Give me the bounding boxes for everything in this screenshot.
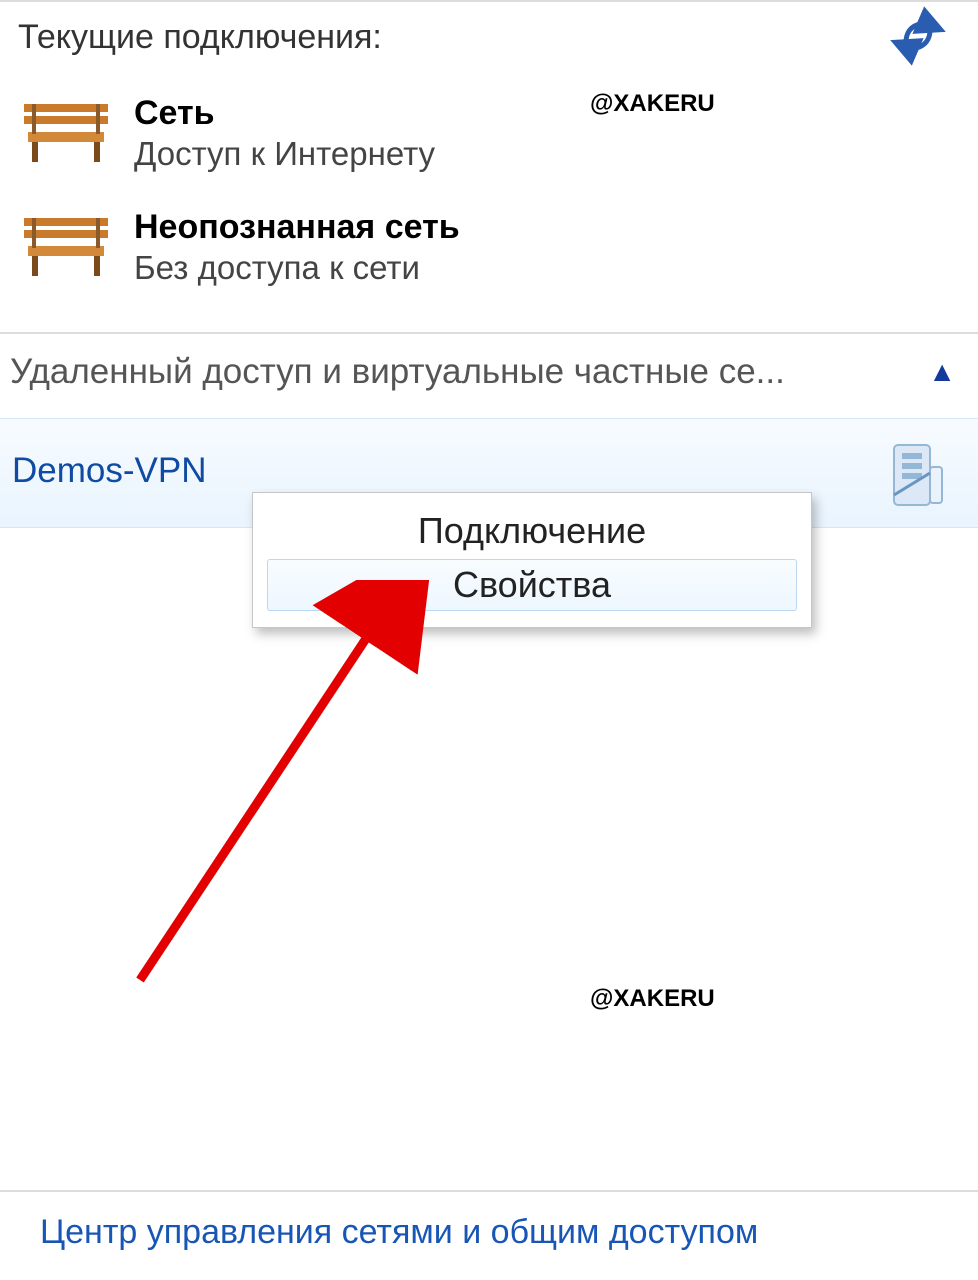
refresh-icon[interactable] xyxy=(888,6,948,71)
network-status: Доступ к Интернету xyxy=(134,135,435,173)
park-bench-icon xyxy=(18,96,114,166)
vpn-section-label: Удаленный доступ и виртуальные частные с… xyxy=(10,352,785,392)
vpn-section-header[interactable]: Удаленный доступ и виртуальные частные с… xyxy=(10,352,956,392)
modem-icon xyxy=(884,437,948,517)
watermark-text: @XAKERU xyxy=(590,985,715,1013)
current-connections-header: Текущие подключения: xyxy=(18,18,382,57)
network-sharing-center-link[interactable]: Центр управления сетями и общим доступом xyxy=(40,1213,758,1252)
network-name: Неопознанная сеть xyxy=(134,208,460,247)
menu-item-connect[interactable]: Подключение xyxy=(267,505,797,557)
context-menu: Подключение Свойства xyxy=(252,492,812,628)
watermark-text: @XAKERU xyxy=(590,90,715,118)
menu-item-properties[interactable]: Свойства xyxy=(267,559,797,611)
vpn-connection-name: Demos-VPN xyxy=(12,451,206,491)
network-status: Без доступа к сети xyxy=(134,249,460,287)
chevron-up-icon: ▲ xyxy=(928,358,956,386)
annotation-arrow-icon xyxy=(110,580,430,1010)
park-bench-icon xyxy=(18,210,114,280)
network-name: Сеть xyxy=(134,94,435,133)
